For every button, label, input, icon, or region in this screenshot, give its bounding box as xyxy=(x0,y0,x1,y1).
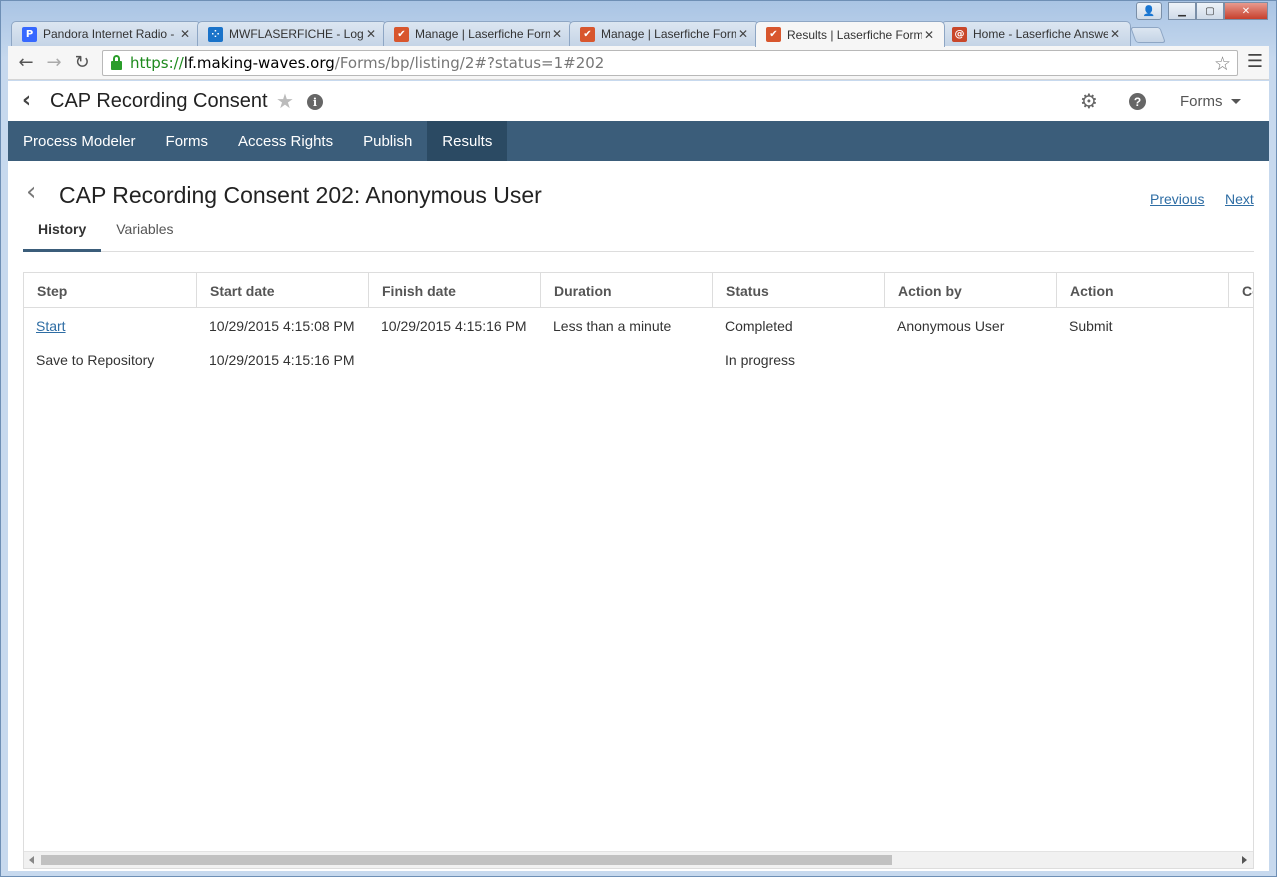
lock-icon xyxy=(111,54,122,70)
maximize-button[interactable]: ▢ xyxy=(1196,2,1224,20)
comment-cell xyxy=(1229,343,1253,377)
table-row: Save to Repository 10/29/2015 4:15:16 PM… xyxy=(24,343,1253,377)
next-link[interactable]: Next xyxy=(1225,191,1254,207)
logmein-icon: ⁘ xyxy=(208,26,223,42)
column-header[interactable]: Start date xyxy=(197,273,369,308)
url-path: /Forms/bp/listing/2#?status=1#202 xyxy=(334,54,605,72)
close-tab-icon[interactable]: ✕ xyxy=(550,27,564,41)
laserfiche-forms-icon: ✔ xyxy=(580,26,595,42)
nav-process-modeler[interactable]: Process Modeler xyxy=(8,121,151,161)
minimize-button[interactable]: ▁ xyxy=(1168,2,1196,20)
finish-date-cell xyxy=(369,343,541,377)
tab-title: Results | Laserfiche Form xyxy=(787,27,922,42)
page-title: CAP Recording Consent xyxy=(50,90,268,112)
main-nav: Process Modeler Forms Access Rights Publ… xyxy=(8,121,1269,161)
column-header[interactable]: Action xyxy=(1057,273,1229,308)
scrollbar-thumb[interactable] xyxy=(41,855,892,865)
pandora-icon: P xyxy=(22,26,37,42)
laserfiche-forms-icon: ✔ xyxy=(766,27,781,42)
duration-cell: Less than a minute xyxy=(553,318,672,334)
favorite-star-icon[interactable]: ★ xyxy=(276,89,294,113)
caret-down-icon xyxy=(1230,99,1241,104)
start-date-cell: 10/29/2015 4:15:08 PM xyxy=(209,318,355,334)
new-tab-button[interactable] xyxy=(1130,27,1166,43)
scroll-right-icon[interactable] xyxy=(1242,856,1247,864)
step-cell: Start xyxy=(24,309,197,343)
close-tab-icon[interactable]: ✕ xyxy=(922,28,936,42)
window-controls: 👤 ▁ ▢ ✕ xyxy=(1136,2,1268,20)
forward-arrow-icon[interactable]: → xyxy=(40,49,68,77)
tab-history[interactable]: History xyxy=(23,217,102,252)
column-header[interactable]: Finish date xyxy=(369,273,541,308)
laserfiche-forms-icon: ✔ xyxy=(394,26,409,42)
table-row: Start 10/29/2015 4:15:08 PM 10/29/2015 4… xyxy=(24,309,1253,343)
browser-tab[interactable]: @ Home - Laserfiche Answe ✕ xyxy=(941,21,1131,46)
browser-toolbar: ← → ↻ https://lf.making-waves.org/Forms/… xyxy=(8,46,1269,80)
forms-dropdown-label: Forms xyxy=(1180,93,1223,110)
bookmark-star-icon[interactable]: ☆ xyxy=(1214,53,1231,75)
finish-date-cell: 10/29/2015 4:15:16 PM xyxy=(381,318,527,334)
comment-cell xyxy=(1229,309,1253,343)
nav-forms[interactable]: Forms xyxy=(151,121,224,161)
duration-cell xyxy=(541,343,713,377)
horizontal-scrollbar[interactable] xyxy=(24,851,1253,868)
nav-results[interactable]: Results xyxy=(427,121,508,161)
close-tab-icon[interactable]: ✕ xyxy=(1108,27,1122,41)
tab-title: MWFLASERFICHE - LogM xyxy=(229,27,364,41)
close-tab-icon[interactable]: ✕ xyxy=(364,27,378,41)
grid-header-row: Step Start date Finish date Duration Sta… xyxy=(24,273,1253,308)
hamburger-menu-icon[interactable]: ☰ xyxy=(1247,51,1263,72)
browser-tab[interactable]: P Pandora Internet Radio - ✕ xyxy=(11,21,201,46)
close-tab-icon[interactable]: ✕ xyxy=(178,27,192,41)
browser-tab[interactable]: ⁘ MWFLASERFICHE - LogM ✕ xyxy=(197,21,387,46)
url-scheme: https:// xyxy=(130,54,184,72)
column-header[interactable]: Action by xyxy=(885,273,1057,308)
detail-back-chevron-icon[interactable]: ‹ xyxy=(26,177,36,207)
tab-title: Manage | Laserfiche Form xyxy=(601,27,736,41)
tab-title: Pandora Internet Radio - xyxy=(43,27,175,41)
gear-icon[interactable]: ⚙ xyxy=(1080,89,1098,113)
action-by-cell: Anonymous User xyxy=(897,318,1005,334)
browser-tab-active[interactable]: ✔ Results | Laserfiche Form ✕ xyxy=(755,21,945,47)
tab-variables[interactable]: Variables xyxy=(101,217,188,252)
close-window-button[interactable]: ✕ xyxy=(1224,2,1268,20)
previous-link[interactable]: Previous xyxy=(1150,191,1204,207)
nav-publish[interactable]: Publish xyxy=(348,121,427,161)
instance-title: CAP Recording Consent 202: Anonymous Use… xyxy=(59,182,542,208)
history-grid: Step Start date Finish date Duration Sta… xyxy=(23,272,1254,869)
step-link[interactable]: Start xyxy=(36,318,66,334)
url-host: lf.making-waves.org xyxy=(183,54,335,72)
info-icon[interactable]: i xyxy=(307,94,323,110)
back-arrow-icon[interactable]: ← xyxy=(12,49,40,77)
detail-tabs: History Variables xyxy=(23,217,1254,252)
action-by-cell xyxy=(885,343,1057,377)
column-header[interactable]: Step xyxy=(24,273,197,308)
scroll-left-icon[interactable] xyxy=(29,856,34,864)
address-bar[interactable]: https://lf.making-waves.org/Forms/bp/lis… xyxy=(102,50,1238,76)
step-cell: Save to Repository xyxy=(36,352,155,368)
column-header[interactable]: Co xyxy=(1229,273,1253,308)
status-cell: Completed xyxy=(725,318,793,334)
action-cell xyxy=(1057,343,1229,377)
nav-access-rights[interactable]: Access Rights xyxy=(223,121,348,161)
start-date-cell: 10/29/2015 4:15:16 PM xyxy=(209,352,355,368)
help-icon[interactable]: ? xyxy=(1129,93,1146,110)
tab-title: Home - Laserfiche Answe xyxy=(973,27,1108,41)
browser-tab[interactable]: ✔ Manage | Laserfiche Form ✕ xyxy=(383,21,573,46)
action-cell: Submit xyxy=(1069,318,1113,334)
status-cell: In progress xyxy=(725,352,796,368)
browser-tab[interactable]: ✔ Manage | Laserfiche Form ✕ xyxy=(569,21,759,46)
column-header[interactable]: Status xyxy=(713,273,885,308)
laserfiche-answers-icon: @ xyxy=(952,26,967,42)
column-header[interactable]: Duration xyxy=(541,273,713,308)
app-header: ‹ CAP Recording Consent ★ i ⚙ ? Forms xyxy=(8,81,1269,121)
user-profile-icon[interactable]: 👤 xyxy=(1136,2,1162,20)
page-content: ‹ CAP Recording Consent ★ i ⚙ ? Forms Pr… xyxy=(8,81,1269,871)
tab-strip: P Pandora Internet Radio - ✕ ⁘ MWFLASERF… xyxy=(11,21,1166,47)
close-tab-icon[interactable]: ✕ xyxy=(736,27,750,41)
back-chevron-icon[interactable]: ‹ xyxy=(22,88,31,113)
forms-dropdown[interactable]: Forms xyxy=(1180,93,1241,110)
tab-title: Manage | Laserfiche Form xyxy=(415,27,550,41)
reload-icon[interactable]: ↻ xyxy=(68,49,96,77)
